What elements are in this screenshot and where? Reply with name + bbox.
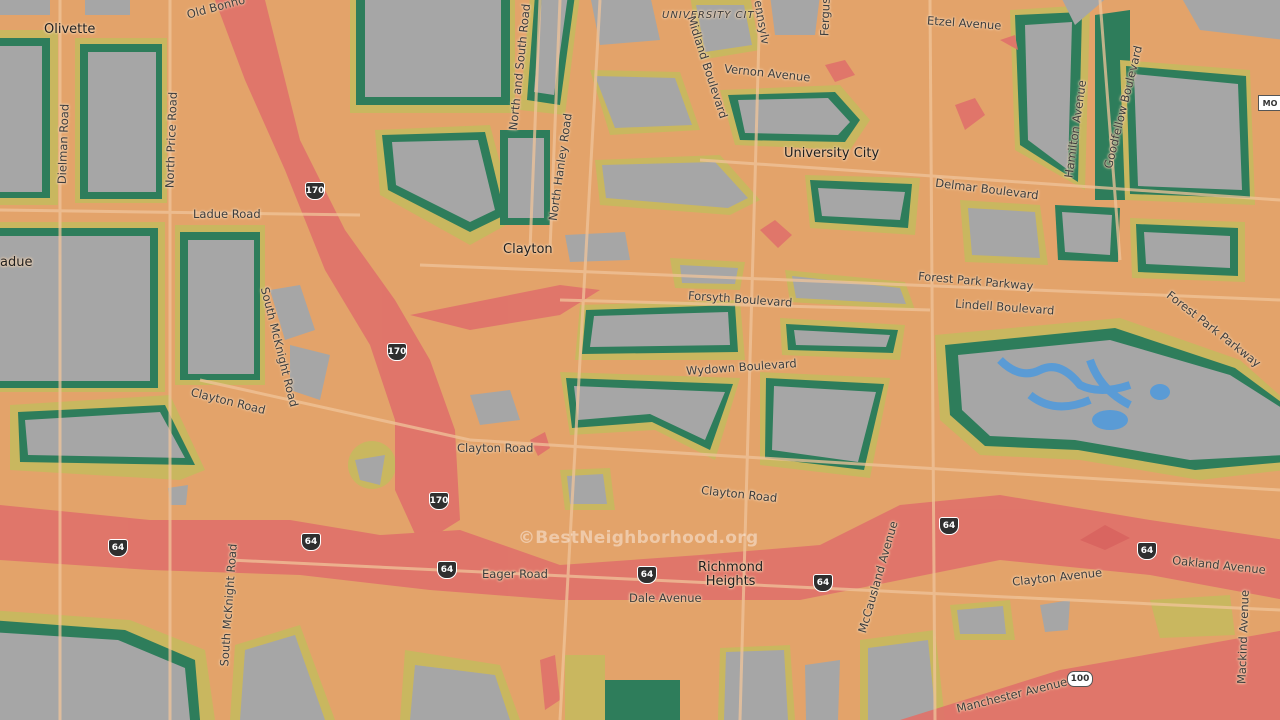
interstate-64-shield: 64	[437, 561, 457, 579]
block-north-south-road	[350, 0, 515, 113]
interstate-170-shield: 170	[387, 343, 407, 361]
block-delmar	[805, 175, 920, 235]
block-hanley	[500, 130, 550, 225]
interstate-64-shield: 64	[813, 574, 833, 592]
block-ladue-mid	[175, 225, 265, 385]
interstate-64-shield: 64	[637, 566, 657, 584]
block-north-price	[75, 38, 167, 203]
us-route-100-shield: 100	[1067, 671, 1093, 687]
interstate-64-shield: 64	[939, 517, 959, 535]
heatmap-map[interactable]: Olivette Old Bonho Etzel Avenue UNIVERSI…	[0, 0, 1280, 720]
map-canvas	[0, 0, 1280, 720]
interstate-170-shield: 170	[305, 182, 325, 200]
interstate-64-shield: 64	[108, 539, 128, 557]
interstate-64-shield: 64	[1137, 542, 1157, 560]
watermark: ©BestNeighborhood.org	[518, 528, 759, 548]
state-route-shield: MO	[1258, 95, 1280, 111]
interstate-170-shield: 170	[429, 492, 449, 510]
block-southwest	[10, 395, 205, 480]
interstate-64-shield: 64	[301, 533, 321, 551]
block-olivette-north	[0, 30, 58, 205]
block-ladue-west	[0, 222, 165, 392]
